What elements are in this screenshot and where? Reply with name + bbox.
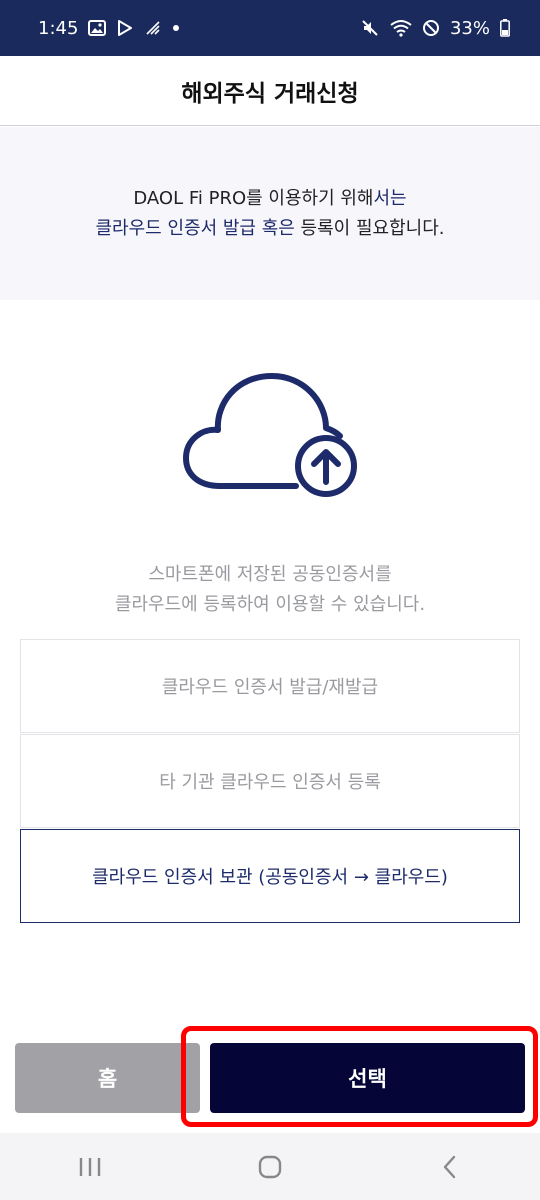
- do-not-disturb-icon: [422, 19, 440, 37]
- wifi-icon: [390, 19, 412, 37]
- option-label: 클라우드 인증서 발급/재발급: [161, 677, 379, 698]
- banner-line2-accent: 클라우드 인증서 발급 혹은: [95, 217, 295, 239]
- banner-line-2: 클라우드 인증서 발급 혹은 등록이 필요합니다.: [96, 214, 445, 244]
- info-banner: DAOL Fi PRO를 이용하기 위해서는 클라우드 인증서 발급 혹은 등록…: [0, 127, 540, 300]
- cloud-upload-icon: [180, 368, 364, 508]
- option-cloud-cert-issue[interactable]: 클라우드 인증서 발급/재발급: [20, 639, 520, 733]
- banner-line1-accent: 서는: [373, 187, 407, 209]
- page-title: 해외주식 거래신청: [181, 80, 359, 107]
- recent-apps-icon[interactable]: [60, 1137, 120, 1197]
- select-button[interactable]: 선택: [210, 1043, 525, 1113]
- page-header: 해외주식 거래신청: [0, 56, 540, 126]
- description-line-1: 스마트폰에 저장된 공동인증서를: [148, 564, 392, 585]
- gallery-icon: [88, 19, 107, 37]
- home-icon[interactable]: [240, 1137, 300, 1197]
- status-bar: 1:45 33%: [0, 0, 540, 56]
- battery-percent: 33%: [449, 17, 490, 39]
- banner-line2-text: 등록이 필요합니다.: [294, 217, 445, 239]
- dot-icon: [172, 24, 180, 32]
- status-time: 1:45: [38, 17, 79, 39]
- description: 스마트폰에 저장된 공동인증서를 클라우드에 등록하여 이용할 수 있습니다.: [0, 560, 540, 620]
- option-label: 타 기관 클라우드 인증서 등록: [159, 772, 381, 793]
- back-icon[interactable]: [420, 1137, 480, 1197]
- select-button-label: 선택: [348, 1067, 387, 1091]
- banner-line1-text: DAOL Fi PRO를 이용하기 위해: [133, 187, 374, 209]
- battery-icon: [500, 19, 510, 37]
- home-button-label: 홈: [97, 1067, 118, 1091]
- home-button[interactable]: 홈: [15, 1043, 200, 1113]
- banner-line-1: DAOL Fi PRO를 이용하기 위해서는: [133, 184, 406, 214]
- option-label: 클라우드 인증서 보관 (공동인증서 → 클라우드): [92, 867, 448, 888]
- system-nav-bar: [0, 1133, 540, 1200]
- signal-activity-icon: [144, 19, 162, 37]
- play-store-icon: [116, 19, 134, 37]
- description-line-2: 클라우드에 등록하여 이용할 수 있습니다.: [114, 594, 426, 615]
- mute-icon: [360, 18, 380, 38]
- option-other-institution-register[interactable]: 타 기관 클라우드 인증서 등록: [20, 734, 520, 828]
- option-cloud-cert-store[interactable]: 클라우드 인증서 보관 (공동인증서 → 클라우드): [20, 829, 520, 923]
